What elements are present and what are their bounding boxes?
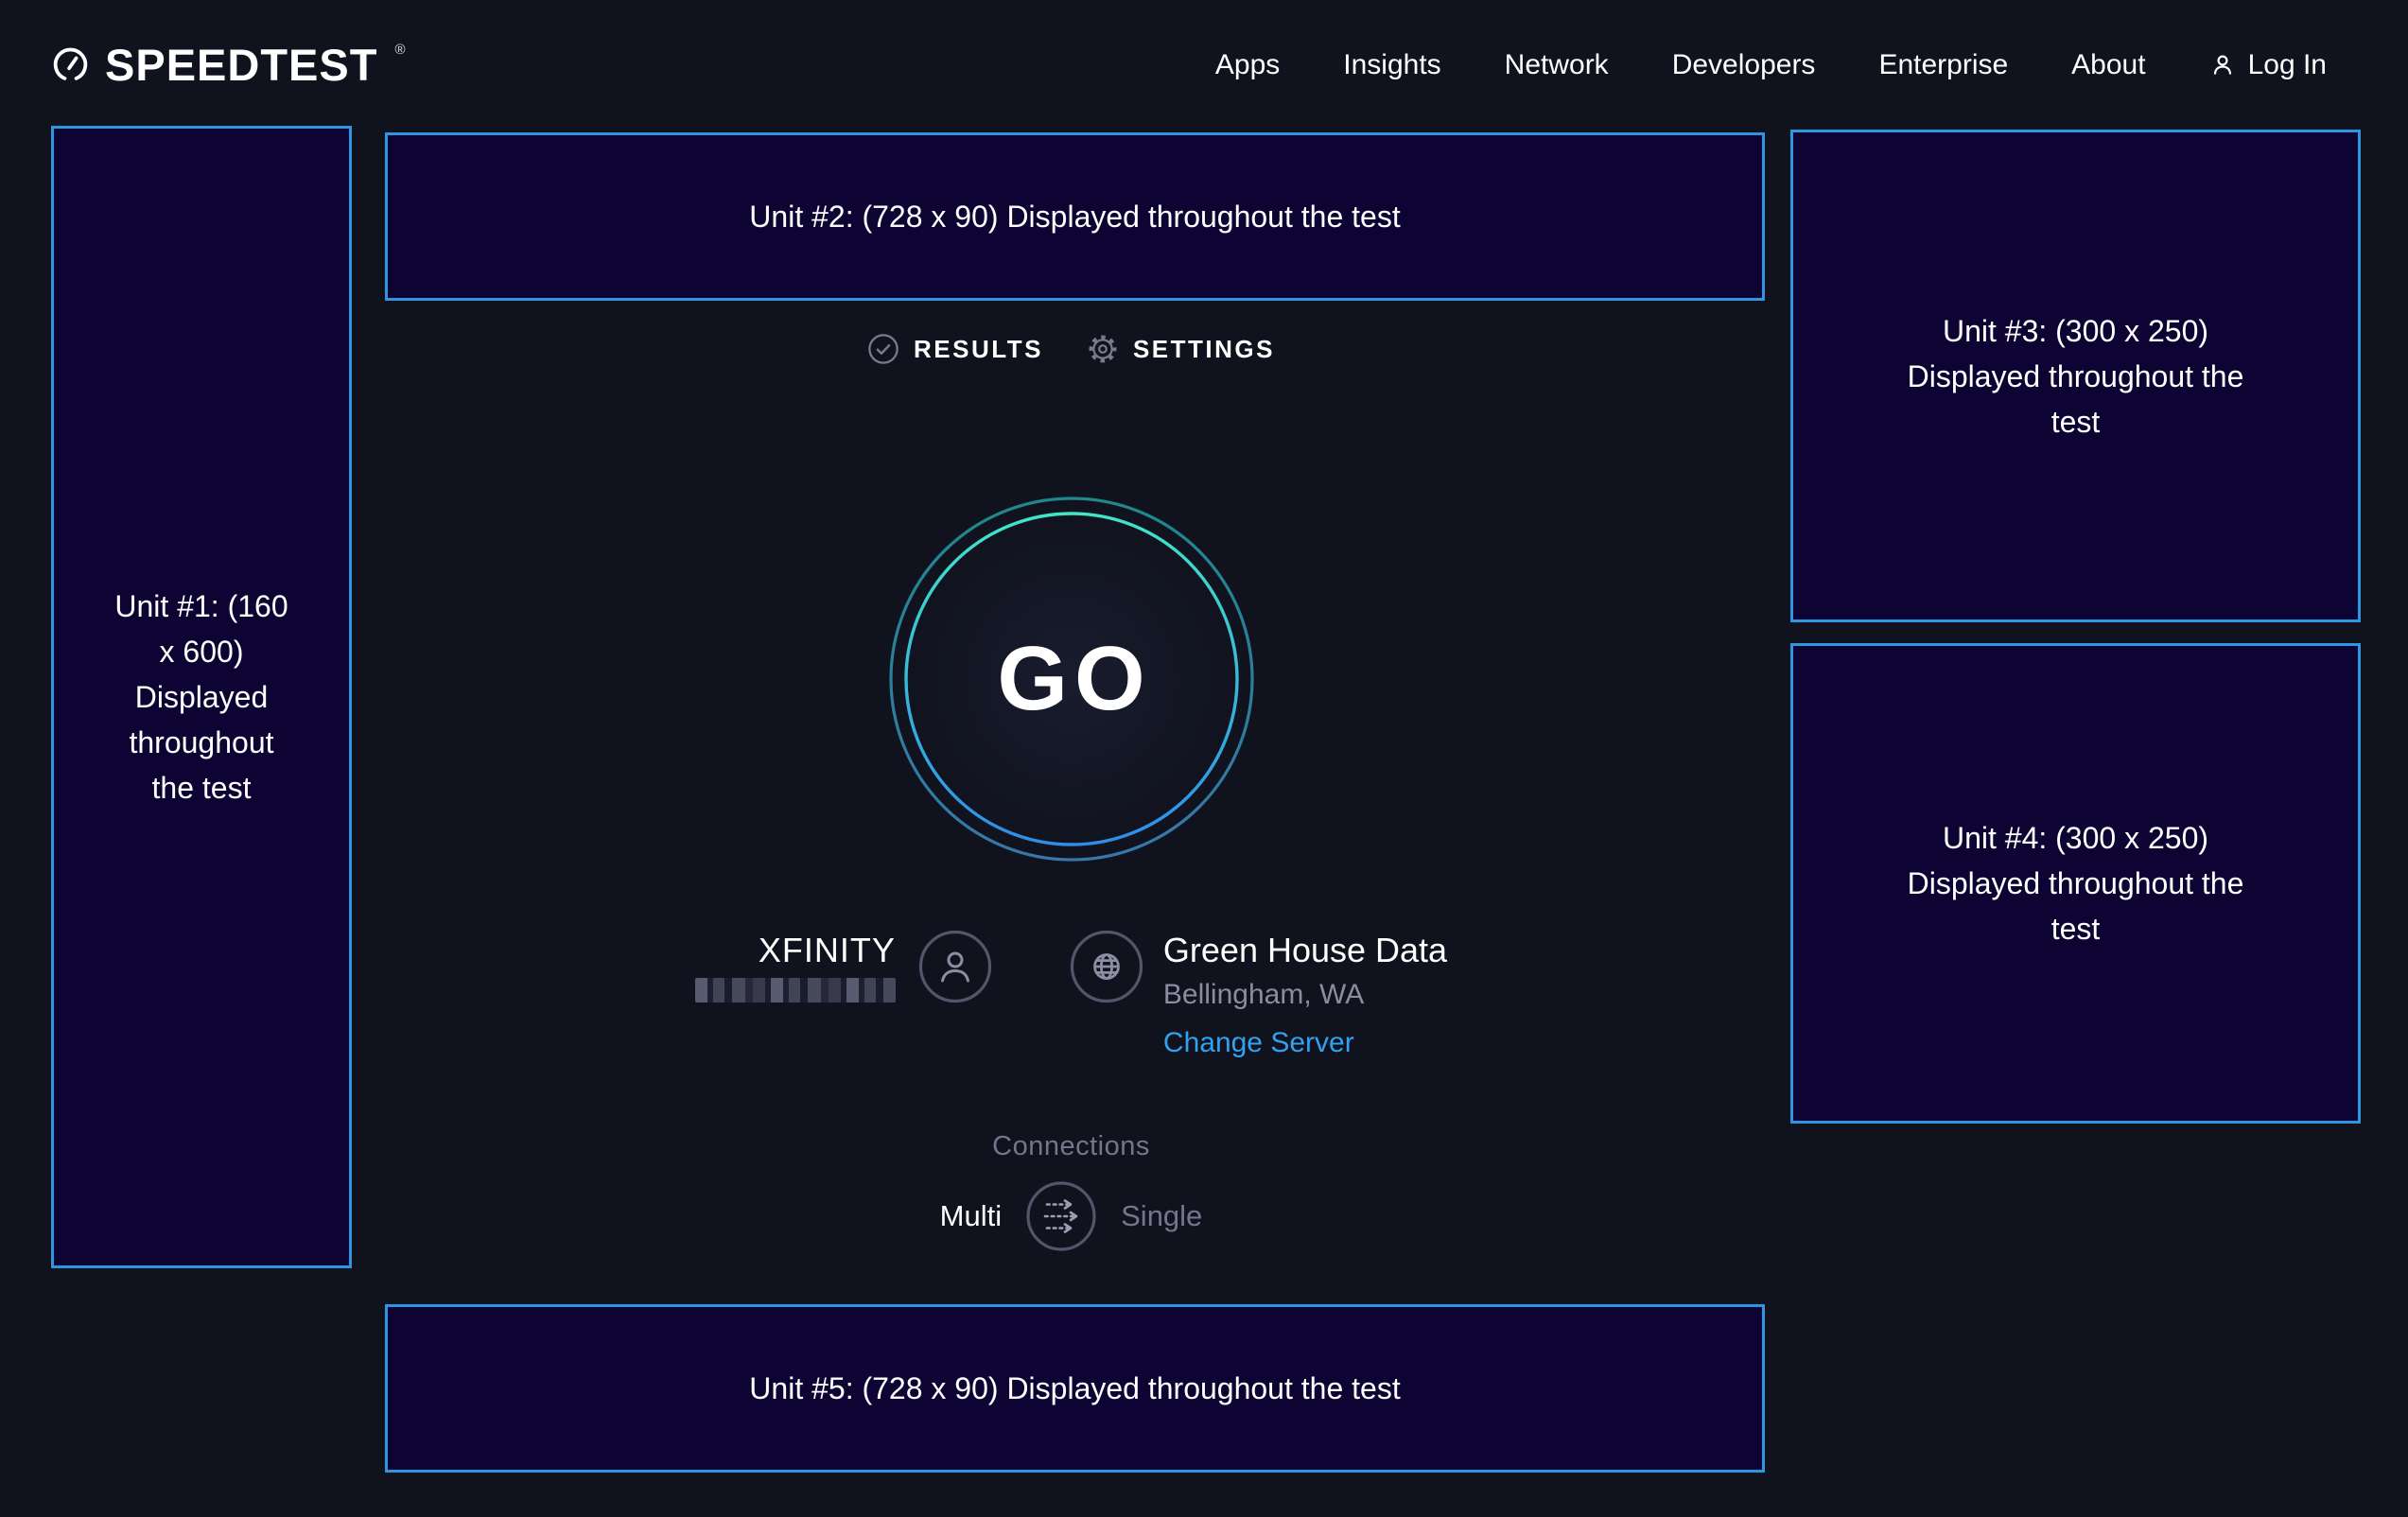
isp-detail-redacted xyxy=(695,978,896,1003)
nav-item-apps[interactable]: Apps xyxy=(1215,49,1280,81)
gear-icon xyxy=(1087,333,1119,365)
ad-unit-1-text: Unit #1: (160 x 600) Displayed throughou… xyxy=(105,584,299,811)
connections-toggle[interactable] xyxy=(1025,1180,1097,1252)
user-icon xyxy=(2209,52,2236,78)
isp-user-icon xyxy=(918,930,992,1003)
server-name: Green House Data xyxy=(1163,930,1447,971)
brand-trademark: ® xyxy=(394,43,406,57)
tab-results[interactable]: RESULTS xyxy=(867,333,1043,365)
tab-results-label: RESULTS xyxy=(914,335,1043,364)
nav-item-network[interactable]: Network xyxy=(1505,49,1609,81)
gauge-icon xyxy=(51,45,90,84)
ad-unit-2: Unit #2: (728 x 90) Displayed throughout… xyxy=(385,132,1765,301)
ad-unit-4: Unit #4: (300 x 250) Displayed throughou… xyxy=(1790,643,2361,1124)
ad-unit-4-text: Unit #4: (300 x 250) Displayed throughou… xyxy=(1887,815,2265,951)
connections-option-single[interactable]: Single xyxy=(1121,1199,1202,1233)
go-button[interactable]: GO xyxy=(888,496,1255,863)
tab-settings[interactable]: SETTINGS xyxy=(1087,333,1275,365)
speedtest-logo[interactable]: SPEEDTEST ® xyxy=(51,39,405,91)
ad-unit-1: Unit #1: (160 x 600) Displayed throughou… xyxy=(51,126,352,1268)
login-button[interactable]: Log In xyxy=(2209,49,2327,81)
connections-section: Connections Multi Single xyxy=(352,1131,1790,1252)
login-label: Log In xyxy=(2248,49,2327,81)
brand-name: SPEEDTEST xyxy=(105,39,377,91)
connections-label: Connections xyxy=(352,1131,1790,1162)
nav-item-about[interactable]: About xyxy=(2071,49,2145,81)
go-button-area: GO xyxy=(352,496,1790,863)
server-info: Green House Data Bellingham, WA Change S… xyxy=(1070,930,1447,1059)
ad-unit-3: Unit #3: (300 x 250) Displayed throughou… xyxy=(1790,130,2361,622)
nav-item-developers[interactable]: Developers xyxy=(1672,49,1816,81)
server-text-block: Green House Data Bellingham, WA Change S… xyxy=(1163,930,1447,1059)
multi-connection-arrows-icon xyxy=(1025,1180,1097,1252)
nav-links: Apps Insights Network Developers Enterpr… xyxy=(1215,49,2327,81)
isp-text-block: XFINITY xyxy=(695,930,896,1003)
globe-icon xyxy=(1070,930,1143,1003)
connection-info: XFINITY xyxy=(352,930,1790,1059)
change-server-link[interactable]: Change Server xyxy=(1163,1027,1447,1059)
isp-name: XFINITY xyxy=(695,930,896,971)
view-tabs: RESULTS SETTINGS xyxy=(352,333,1790,365)
tab-settings-label: SETTINGS xyxy=(1133,335,1275,364)
nav-item-insights[interactable]: Insights xyxy=(1343,49,1440,81)
ad-unit-3-text: Unit #3: (300 x 250) Displayed throughou… xyxy=(1887,308,2265,445)
server-location: Bellingham, WA xyxy=(1163,979,1447,1011)
connections-toggle-row: Multi Single xyxy=(352,1180,1790,1252)
ad-unit-2-text: Unit #2: (728 x 90) Displayed throughout… xyxy=(749,194,1400,239)
top-nav: SPEEDTEST ® Apps Insights Network Develo… xyxy=(0,0,2408,130)
isp-info: XFINITY xyxy=(695,930,992,1003)
ad-unit-5-text: Unit #5: (728 x 90) Displayed throughout… xyxy=(749,1366,1400,1411)
speedtest-page: SPEEDTEST ® Apps Insights Network Develo… xyxy=(0,0,2408,1517)
go-button-label: GO xyxy=(990,627,1151,731)
connections-option-multi[interactable]: Multi xyxy=(940,1199,1002,1233)
ad-unit-5: Unit #5: (728 x 90) Displayed throughout… xyxy=(385,1304,1765,1473)
nav-item-enterprise[interactable]: Enterprise xyxy=(1878,49,2008,81)
check-circle-icon xyxy=(867,333,899,365)
